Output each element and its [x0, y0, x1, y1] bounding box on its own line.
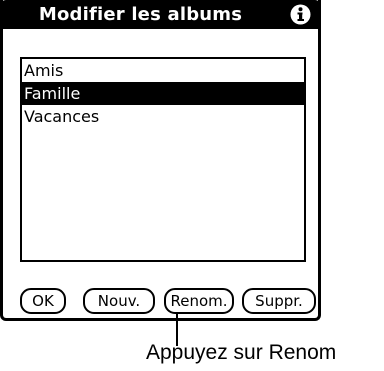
list-item[interactable]: Amis	[22, 59, 304, 82]
ok-button[interactable]: OK	[20, 288, 66, 314]
list-item-selected[interactable]: Famille	[22, 82, 304, 105]
dialog-title-bar: Modifier les albums	[0, 0, 321, 29]
rename-button[interactable]: Renom.	[164, 288, 234, 314]
callout-text: Appuyez sur Renom	[146, 341, 337, 364]
dialog-title: Modifier les albums	[38, 4, 243, 25]
info-icon[interactable]	[290, 4, 311, 25]
new-button[interactable]: Nouv.	[83, 288, 155, 314]
list-item[interactable]: Vacances	[22, 105, 304, 128]
albums-list[interactable]: Amis Famille Vacances	[20, 57, 306, 262]
edit-albums-dialog: Modifier les albums Amis Famille Vacance…	[0, 0, 321, 321]
delete-button[interactable]: Suppr.	[242, 288, 316, 314]
